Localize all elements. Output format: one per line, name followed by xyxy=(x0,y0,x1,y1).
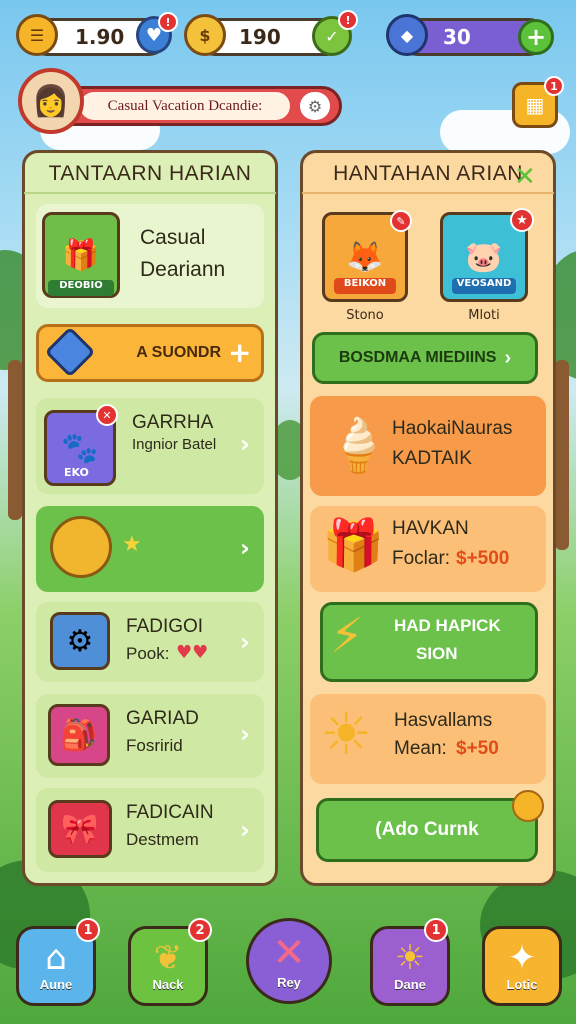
machine-icon: ⚙ xyxy=(50,612,110,670)
lightning-icon: ⚡ xyxy=(330,608,364,664)
green-action-button[interactable]: BOSDMAA MIEDIINS › xyxy=(312,332,538,384)
reward-card-2-caption: Mloti xyxy=(468,308,500,323)
task-row-5-title: FADICAIN xyxy=(126,802,214,823)
gift-icon: 🎁 xyxy=(322,516,385,574)
reward-row-4-subtitle: Mean: xyxy=(394,738,447,759)
featured-title: Casual xyxy=(140,226,206,249)
reward-row-3-title: HAD HAPICK xyxy=(394,616,501,635)
task-row-1-subtitle: Ingnior Batel xyxy=(132,436,217,453)
currency1-value: 1.90 xyxy=(75,25,125,49)
reward-row-4-price: $+50 xyxy=(456,738,499,759)
task-row-3-subtitle: Pook: xyxy=(126,644,170,663)
nav-daily-badge: 1 xyxy=(424,918,448,942)
left-panel-title: TANTAARN HARIAN xyxy=(48,162,252,185)
reward-row-2-title: HAVKAN xyxy=(392,518,469,539)
close-icon: ✕ xyxy=(272,929,306,976)
currency3-value: 30 xyxy=(443,25,471,49)
plus-icon: + xyxy=(228,336,252,369)
ice-cream-icon: 🍦 xyxy=(326,416,391,476)
task-row-1-title: GARRHA xyxy=(132,412,214,433)
event-banner-text: Casual Vacation Dcandie: xyxy=(107,97,263,114)
gem-shield-icon: ◆ xyxy=(386,14,428,56)
heart-icon: ♥♥ xyxy=(176,642,209,663)
nav-home-label: Aune xyxy=(39,976,73,992)
task-row-5-subtitle: Destmem xyxy=(126,830,199,849)
coin-sparkle-icon xyxy=(512,790,544,822)
player-avatar[interactable]: 👩 xyxy=(18,68,84,134)
reward-row-1-title: HaokaiNauras xyxy=(392,418,513,439)
settings-icon[interactable]: ⚙ xyxy=(300,92,330,120)
currency2-value: 190 xyxy=(239,25,281,49)
sun-icon: ☀ xyxy=(320,700,372,768)
nav-pack-badge: 2 xyxy=(188,918,212,942)
reward-row-2-price: $+500 xyxy=(456,548,510,569)
scroll-coin-icon: ☰ xyxy=(16,14,58,56)
gift-box-icon: 🎀 xyxy=(48,800,112,858)
claim-button-label: (Ado Curnk xyxy=(375,819,479,840)
chevron-right-icon: › xyxy=(504,346,512,369)
add-currency3-button[interactable]: + xyxy=(518,19,554,55)
reward-card-1-caption: Stono xyxy=(346,308,384,323)
task-row-4-title: GARIAD xyxy=(126,708,199,729)
nav-home-badge: 1 xyxy=(76,918,100,942)
gold-coin-icon xyxy=(50,516,112,578)
nav-daily-label: Dane xyxy=(394,976,426,992)
task-row-4-subtitle: Fosririd xyxy=(126,736,183,755)
reward-row-3-subtitle: SION xyxy=(416,644,458,663)
calendar-badge: 1 xyxy=(544,76,564,96)
gold-coin-icon: $ xyxy=(184,14,226,56)
task-row-1-tag: EKO xyxy=(64,466,89,479)
event-banner-inner: Casual Vacation Dcandie: xyxy=(80,92,290,120)
nav-pack-label: Nack xyxy=(152,976,184,992)
nav-play-label: Rey xyxy=(277,974,301,990)
reward-card-1-badge-icon: ✎ xyxy=(390,210,412,232)
star-icon: ★ xyxy=(122,532,142,557)
nav-play-button[interactable]: ✕ Rey xyxy=(246,918,332,1004)
nav-puzzle-label: Lotic xyxy=(506,976,538,992)
reward-card-2-tag: VEOSAND xyxy=(452,278,516,294)
home-icon: ⌂ xyxy=(45,937,67,978)
star-sparkle-icon: ✕ xyxy=(514,162,536,192)
currency1-alert-badge: ! xyxy=(158,12,178,32)
currency2-alert-badge: ! xyxy=(338,10,358,30)
reward-row-2-subtitle: Foclar: xyxy=(392,548,451,569)
claim-button[interactable]: (Ado Curnk xyxy=(316,798,538,862)
sun-icon: ☀ xyxy=(394,937,426,978)
task-row-1-close-icon[interactable]: ✕ xyxy=(96,404,118,426)
green-action-label: BOSDMAA MIEDIINS xyxy=(338,349,497,366)
reward-card-2-star-icon: ★ xyxy=(510,208,534,232)
leaf-icon: ❦ xyxy=(153,937,183,978)
puzzle-icon: ✦ xyxy=(507,937,537,978)
reward-row-1-subtitle: KADTAIK xyxy=(392,448,472,469)
left-title-divider xyxy=(24,192,276,194)
nav-puzzle-button[interactable]: ✦ Lotic xyxy=(482,926,562,1006)
add-task-label: A SUONDR xyxy=(136,344,221,361)
featured-subtitle: Deariann xyxy=(140,258,226,281)
featured-tag: DEOBIO xyxy=(48,280,114,296)
backpack-icon: 🎒 xyxy=(48,704,110,766)
reward-row-4-title: Hasvallams xyxy=(394,710,493,731)
reward-card-1-tag: BEIKON xyxy=(334,278,396,294)
task-row-3-title: FADIGOI xyxy=(126,616,204,637)
right-title-divider xyxy=(302,192,554,194)
